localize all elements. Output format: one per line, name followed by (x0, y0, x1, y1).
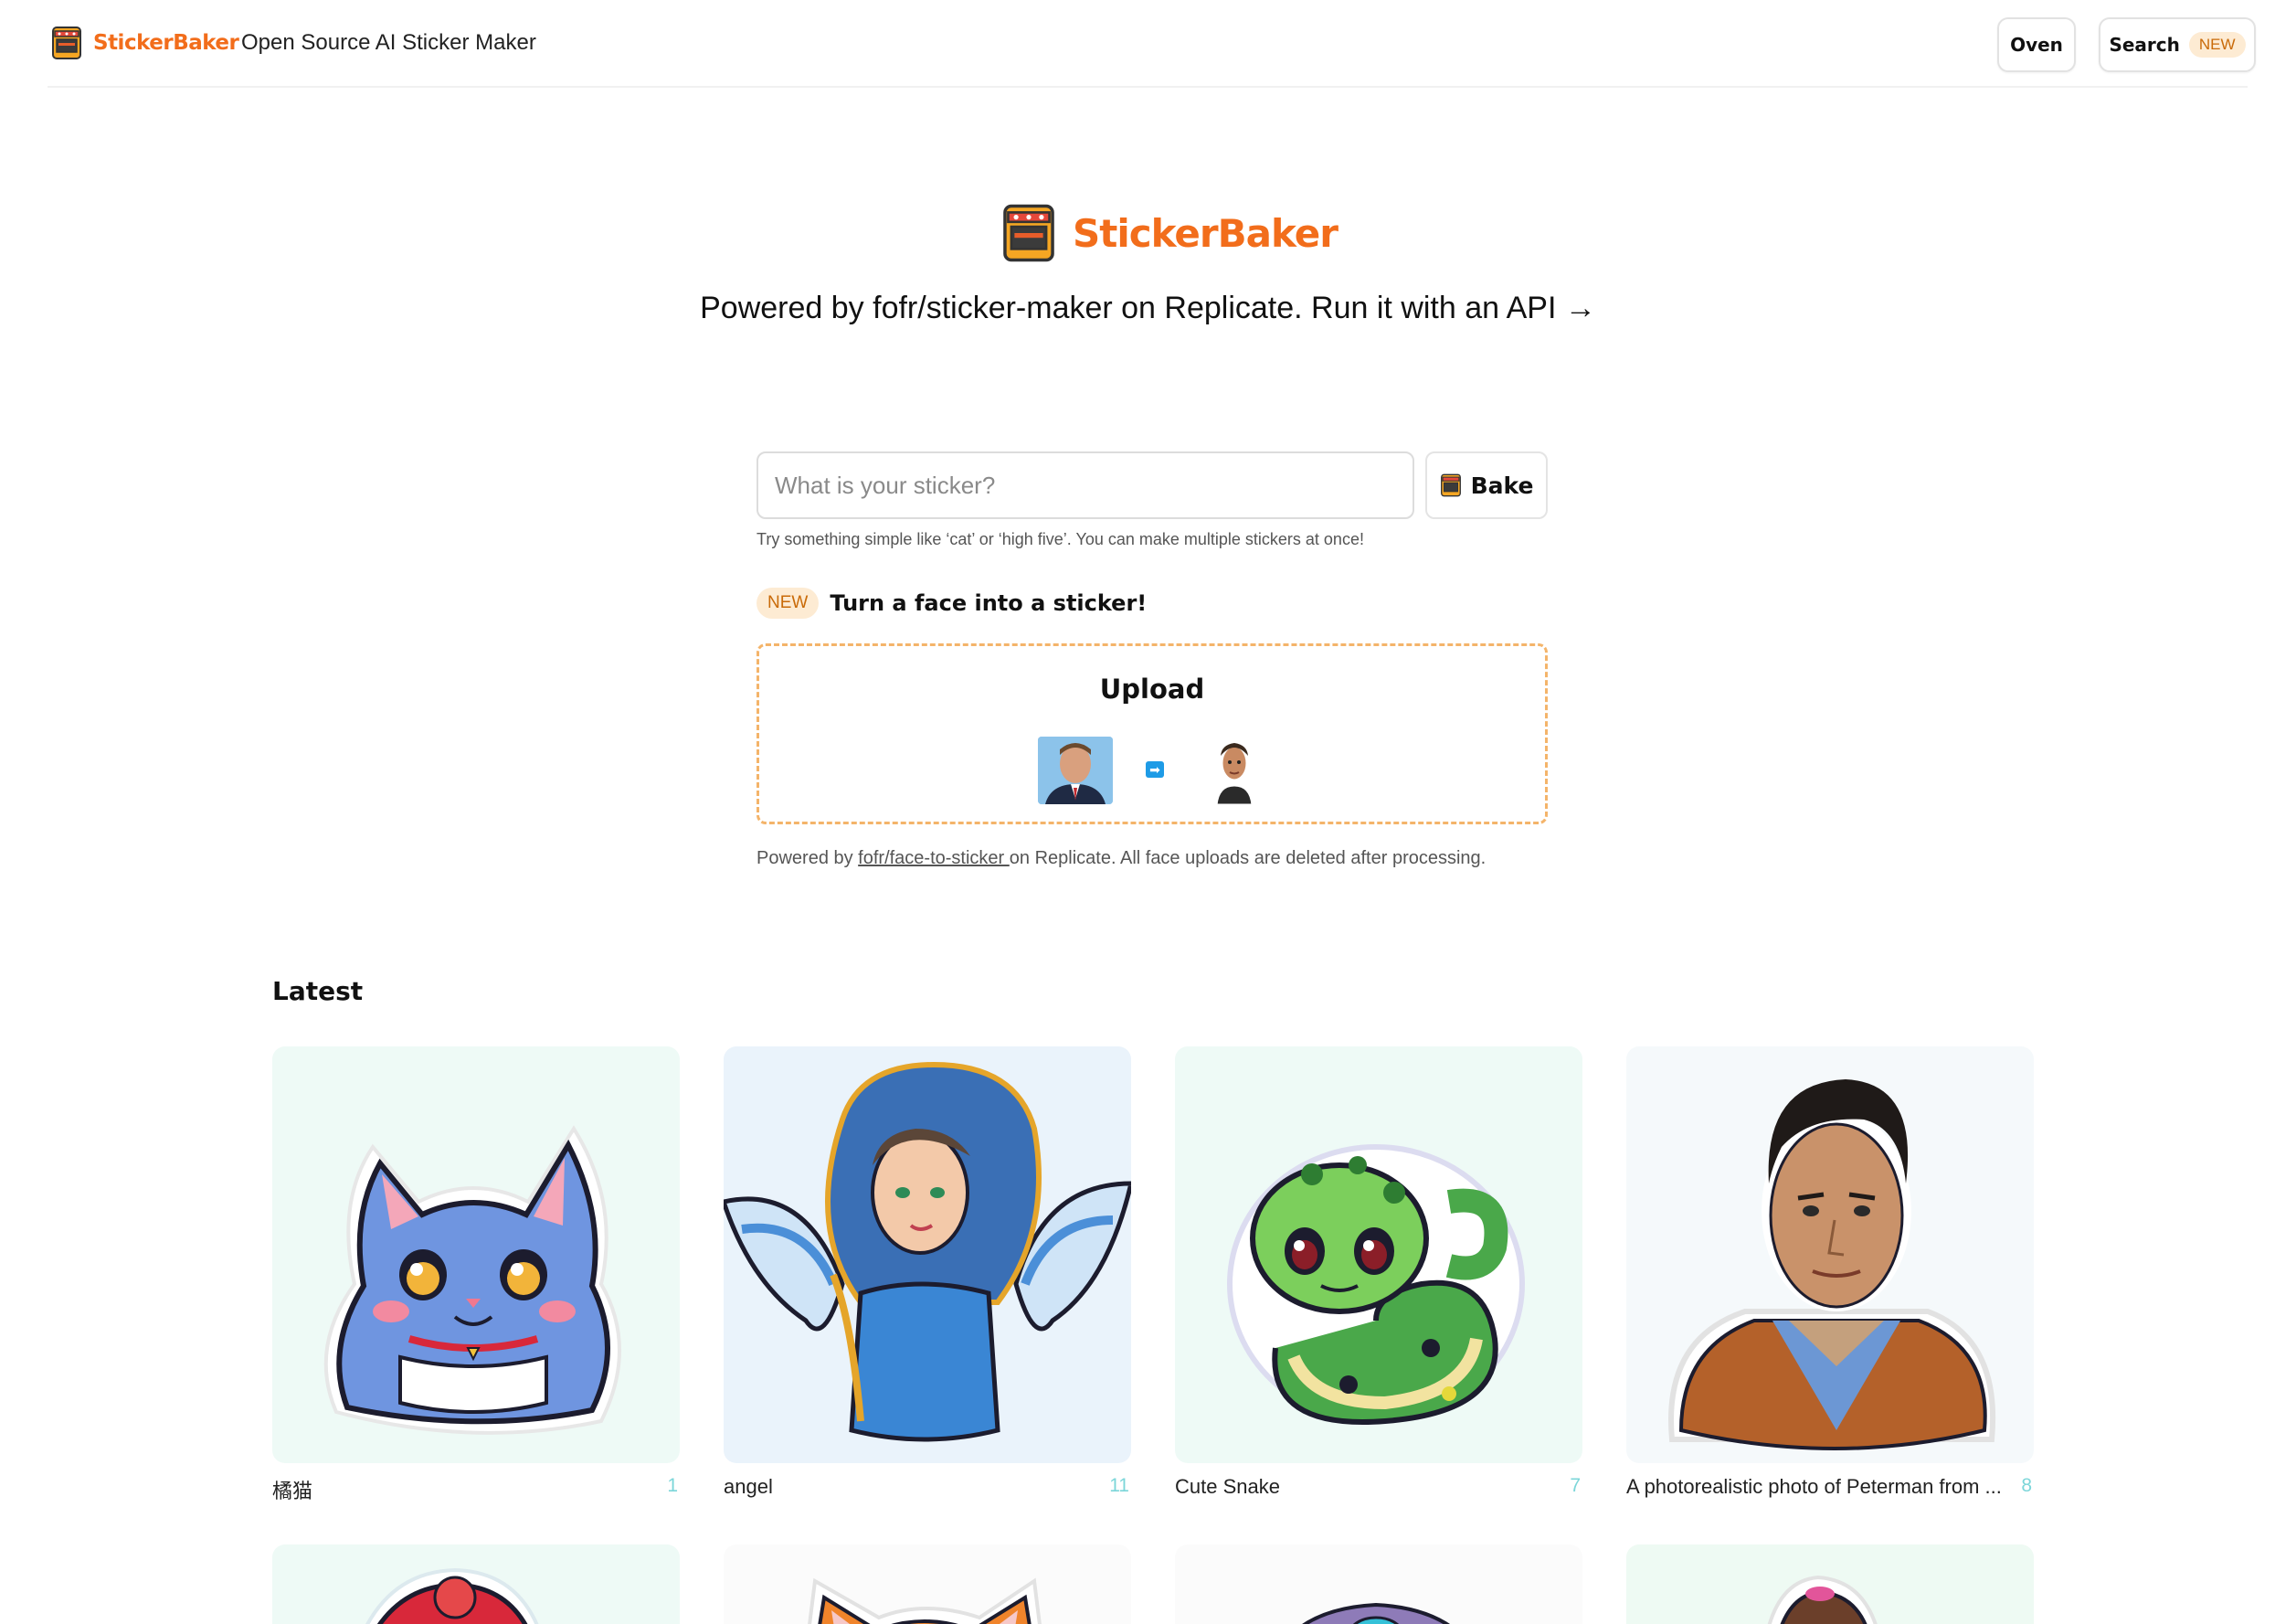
top-nav: StickerBaker Open Source AI Sticker Make… (48, 0, 2256, 88)
hero-brand-name: StickerBaker (1073, 210, 1338, 256)
sticker-label: A photorealistic photo of Peterman from … (1626, 1475, 2002, 1498)
sticker-count: 1 (667, 1475, 678, 1496)
sticker-preview-icon (365, 1567, 539, 1624)
search-button[interactable]: Search NEW (2099, 17, 2256, 72)
face-upload-dropzone[interactable]: Upload ➡ (757, 643, 1548, 824)
sticker-label: angel (724, 1475, 773, 1498)
sticker-caption: 橘猫 1 (272, 1475, 680, 1504)
face-sticker-heading: NEW Turn a face into a sticker! (757, 588, 1147, 619)
sticker-caption: Cute Snake 7 (1175, 1475, 1582, 1499)
new-badge: NEW (2188, 32, 2246, 58)
sticker-card[interactable] (724, 1544, 1131, 1624)
sticker-card[interactable] (272, 1544, 680, 1624)
site-tagline: Open Source AI Sticker Maker (241, 30, 536, 55)
sticker-card[interactable] (1175, 1046, 1582, 1463)
oven-icon (1003, 204, 1054, 262)
sticker-preview-icon (808, 1577, 1042, 1624)
face-to-sticker-link[interactable]: fofr/face-to-sticker (858, 848, 1010, 868)
face-powered-note: Powered by fofr/face-to-sticker on Repli… (757, 848, 1486, 869)
man-portrait-sticker-icon (1668, 1079, 1996, 1450)
powered-prefix: Powered by (757, 848, 859, 868)
powered-suffix: on Replicate. All face uploads are delet… (1009, 848, 1487, 868)
sticker-count: 11 (1109, 1475, 1129, 1496)
bake-button-label: Bake (1470, 472, 1534, 499)
sticker-card[interactable] (1175, 1544, 1582, 1624)
latest-heading: Latest (272, 976, 364, 1006)
new-badge: NEW (757, 588, 820, 619)
angel-sticker-icon (724, 1061, 1131, 1442)
face-photo-example (1038, 737, 1113, 804)
brand-link[interactable]: StickerBaker (51, 26, 239, 60)
oven-button[interactable]: Oven (1997, 17, 2076, 72)
sticker-prompt-input[interactable] (757, 451, 1414, 519)
snake-sticker-icon (1227, 1144, 1525, 1425)
oven-button-label: Oven (2010, 34, 2063, 56)
blue-cat-sticker-icon (323, 1125, 621, 1435)
sticker-caption: A photorealistic photo of Peterman from … (1626, 1475, 2034, 1499)
sticker-preview-icon (1767, 1575, 1878, 1624)
brand-name: StickerBaker (93, 31, 239, 55)
prompt-hint: Try something simple like ‘cat’ or ‘high… (757, 530, 1364, 548)
bake-button[interactable]: Bake (1425, 451, 1548, 519)
hero-logo: StickerBaker (1001, 203, 1338, 263)
face-sticker-example (1207, 734, 1262, 807)
sticker-card[interactable] (724, 1046, 1131, 1463)
sticker-label: Cute Snake (1175, 1475, 1280, 1498)
sticker-card[interactable] (1626, 1046, 2034, 1463)
hero-subtitle-link[interactable]: Powered by fofr/sticker-maker on Replica… (0, 291, 2296, 326)
sticker-count: 7 (1570, 1475, 1581, 1496)
face-sticker-title: Turn a face into a sticker! (830, 590, 1148, 616)
oven-icon (1440, 473, 1461, 497)
sticker-label: 橘猫 (272, 1480, 313, 1502)
sticker-preview-icon (1302, 1602, 1450, 1624)
sticker-card[interactable] (1626, 1544, 2034, 1624)
arrow-right-icon: ➡ (1146, 761, 1164, 778)
sticker-caption: angel 11 (724, 1475, 1131, 1499)
upload-label: Upload (1099, 674, 1205, 705)
sticker-card[interactable] (272, 1046, 680, 1463)
oven-icon (52, 27, 81, 59)
search-button-label: Search (2109, 34, 2180, 56)
sticker-count: 8 (2021, 1475, 2032, 1496)
